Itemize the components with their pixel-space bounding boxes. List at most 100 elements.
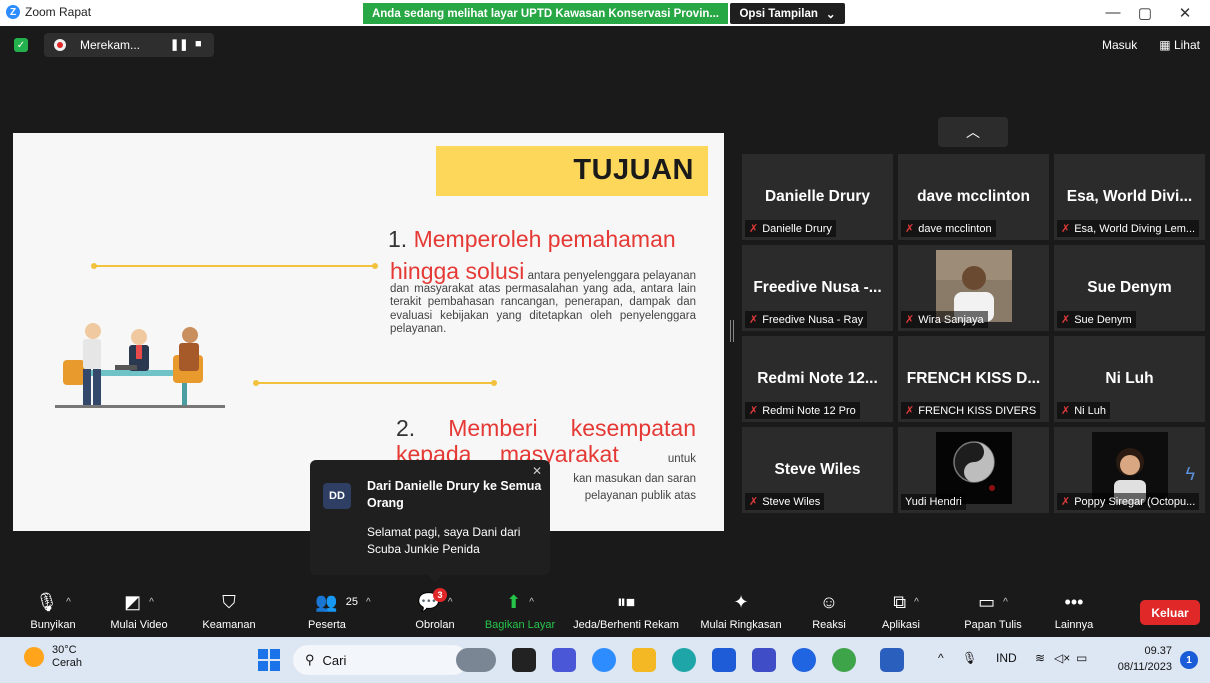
participant-tile[interactable]: Freedive Nusa -... ✗ Freedive Nusa - Ray [742,245,893,331]
participant-label: ✗ Poppy Siregar (Octopu... [1057,493,1200,510]
edge-browser-icon[interactable] [672,648,696,672]
participant-tile[interactable]: Yudi Hendri [898,427,1049,513]
teams-chat-icon[interactable] [552,648,576,672]
participant-tile[interactable]: Steve Wiles ✗ Steve Wiles [742,427,893,513]
start-video-button[interactable]: ◩ ^ Mulai Video [100,591,178,632]
participant-tile[interactable]: Sue Denym ✗ Sue Denym [1054,245,1205,331]
participant-tile[interactable]: ✗ Wira Sanjaya [898,245,1049,331]
participant-label: ✗ Esa, World Diving Lem... [1057,220,1200,237]
title-bar: Z Zoom Rapat Anda sedang melihat layar U… [0,0,1210,26]
sender-avatar: DD [323,483,351,509]
app-title-group: Z Zoom Rapat [6,5,91,19]
unmute-button[interactable]: 🎙 ^ Bunyikan [18,591,88,632]
encryption-shield-icon[interactable]: ✓ [14,38,28,52]
participants-button[interactable]: 👥 25 ^ Peserta [298,591,388,632]
task-view-icon[interactable] [512,648,536,672]
start-button[interactable] [258,649,280,671]
line-dot [491,380,497,386]
caret-up-icon[interactable]: ^ [1003,597,1008,608]
participant-tile[interactable]: FRENCH KISS D... ✗ FRENCH KISS DIVERS [898,336,1049,422]
view-button[interactable]: ▦ Lihat [1159,38,1200,52]
view-options-label: Opsi Tampilan [739,7,818,20]
close-icon[interactable]: ✕ [532,464,542,478]
notification-badge[interactable]: 1 [1180,651,1198,669]
top-right-controls: Masuk ▦ Lihat [1102,38,1200,52]
caret-up-icon[interactable]: ^ [66,597,71,608]
skype-icon[interactable] [792,648,816,672]
chevron-down-icon: ⌄ [825,8,836,21]
close-window-button[interactable]: ✕ [1170,4,1200,22]
language-indicator[interactable]: IND [996,651,1017,665]
participant-tile[interactable]: ϟ ✗ Poppy Siregar (Octopu... [1054,427,1205,513]
leave-meeting-button[interactable]: Keluar [1140,600,1200,625]
reactions-button[interactable]: ☺ Reaksi [806,591,852,632]
clock[interactable]: 09.37 08/11/2023 [1118,643,1172,675]
participant-tile[interactable]: Redmi Note 12... ✗ Redmi Note 12 Pro [742,336,893,422]
shield-icon: ⛉ [222,591,236,612]
show-hidden-icons[interactable]: ^ [938,651,944,665]
share-arrow-icon: ⬆ [506,591,522,612]
chat-notification-toast[interactable]: DD Dari Danielle Drury ke Semua Orang Se… [310,460,550,582]
zoom-logo-icon: Z [6,5,20,19]
security-label: Keamanan [202,619,256,631]
word-icon[interactable] [880,648,904,672]
participant-display-name: Redmi Note 12... [757,370,878,387]
more-dots-icon: ••• [1064,591,1084,612]
line-dot [253,380,259,386]
mic-muted-icon: ✗ [1061,314,1071,326]
clock-date: 08/11/2023 [1117,661,1172,673]
apps-button[interactable]: ⧉ ^ Aplikasi [876,591,936,632]
decorative-line [93,265,375,267]
chrome-icon[interactable] [832,648,856,672]
microphone-icon[interactable]: 🎙 [962,651,977,665]
volume-muted-icon[interactable]: ◁× [1054,651,1070,665]
restore-button[interactable]: ▢ [1130,4,1160,22]
more-button[interactable]: ••• Lainnya [1050,591,1098,632]
clock-time: 09.37 [1144,645,1172,657]
point-2-untuk: untuk [667,453,696,465]
point-2-word-2: kesempatan [570,415,696,441]
wifi-icon[interactable]: ≋ [1035,651,1045,665]
app-icon[interactable] [752,648,776,672]
participant-tile[interactable]: Danielle Drury ✗ Danielle Drury [742,154,893,240]
caret-up-icon[interactable]: ^ [149,597,154,608]
participant-tile[interactable]: dave mcclinton ✗ dave mcclinton [898,154,1049,240]
zoom-app-icon[interactable] [592,648,616,672]
participant-display-name: Esa, World Divi... [1066,188,1193,205]
participant-label: ✗ Freedive Nusa - Ray [745,311,868,328]
start-summary-button[interactable]: ✦ Mulai Ringkasan [696,591,786,632]
caret-up-icon[interactable]: ^ [448,597,453,608]
sparkle-icon: ✦ [733,591,749,612]
meeting-top-bar: ✓ Merekam... ❚❚ ■ Masuk ▦ Lihat [0,26,1210,64]
battery-icon[interactable]: ▭ [1076,651,1087,665]
reactions-label: Reaksi [812,619,846,631]
minimize-button[interactable]: — [1098,4,1128,21]
taskbar-search[interactable]: ⚲ Cari [293,645,468,675]
participant-label: ✗ Ni Luh [1057,402,1111,419]
gallery-scroll-up-button[interactable]: ︿ [938,117,1008,147]
participant-tile[interactable]: Esa, World Divi... ✗ Esa, World Diving Le… [1054,154,1205,240]
pause-stop-recording-button[interactable]: ⏸⏹ Jeda/Berhenti Rekam [570,591,682,632]
participant-tile[interactable]: Ni Luh ✗ Ni Luh [1054,336,1205,422]
panel-resize-handle[interactable] [730,320,734,342]
signin-button[interactable]: Masuk [1102,38,1137,52]
stop-recording-button[interactable]: ■ [195,38,202,50]
whiteboard-button[interactable]: ▭ ^ Papan Tulis [955,591,1031,632]
pause-stop-recording-label: Jeda/Berhenti Rekam [573,619,679,631]
unmute-label: Bunyikan [30,619,76,631]
chat-button[interactable]: 💬 3 ^ Obrolan [403,588,467,631]
store-icon[interactable] [712,648,736,672]
file-explorer-icon[interactable] [632,648,656,672]
caret-up-icon[interactable]: ^ [529,597,534,608]
participant-display-name: FRENCH KISS D... [906,370,1041,387]
caret-up-icon[interactable]: ^ [914,597,919,608]
security-button[interactable]: ⛉ Keamanan [196,591,262,632]
view-options-button[interactable]: Opsi Tampilan ⌄ [730,3,845,24]
pause-recording-button[interactable]: ❚❚ [170,38,188,51]
search-highlight-icon[interactable] [456,648,496,672]
mic-muted-icon: ✗ [1061,496,1071,508]
weather-widget[interactable]: 30°C Cerah [24,644,82,670]
slide-heading: TUJUAN [573,154,694,186]
share-screen-button[interactable]: ⬆ ^ Bagikan Layar [480,591,560,632]
caret-up-icon[interactable]: ^ [366,597,371,608]
